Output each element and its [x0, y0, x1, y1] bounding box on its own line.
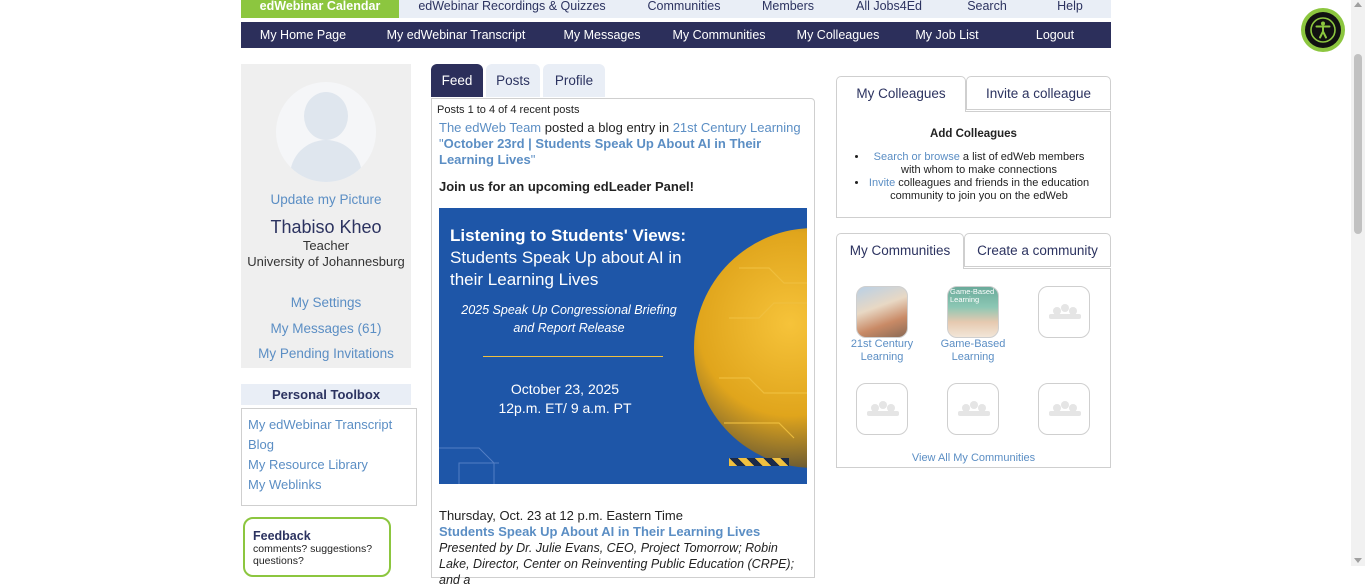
banner-line-1: Listening to Students' Views:	[450, 226, 687, 245]
community-21st-century[interactable]: 21st Century Learning	[842, 286, 922, 364]
update-picture-link[interactable]: Update my Picture	[270, 192, 381, 207]
community-placeholder-icon	[1038, 286, 1090, 338]
profile-card: Update my Picture Thabiso Kheo Teacher U…	[241, 64, 411, 368]
subnav-my-edwebinar-transcript[interactable]: My edWebinar Transcript	[365, 22, 547, 48]
tab-my-colleagues[interactable]: My Colleagues	[836, 76, 966, 112]
colleague-actions-list: Search or browse a list of edWeb members…	[850, 151, 1090, 203]
community-game-based-icon: Game-Based Learning	[947, 286, 999, 338]
community-placeholder	[1024, 383, 1104, 435]
banner-line-3: 2025 Speak Up Congressional Briefing and…	[461, 303, 677, 335]
banner-stripe	[729, 458, 789, 466]
event-banner-image[interactable]: Listening to Students' Views: Students S…	[439, 208, 807, 484]
banner-date: October 23, 2025 12p.m. ET/ 9 a.m. PT	[483, 380, 647, 418]
community-21st-century-link[interactable]: 21st Century Learning	[851, 338, 913, 363]
post-count: Posts 1 to 4 of 4 recent posts	[437, 104, 580, 116]
invite-link[interactable]: Invite	[869, 177, 895, 189]
scroll-up-arrow-icon[interactable]	[1354, 2, 1362, 7]
accessibility-icon	[1310, 17, 1336, 43]
subnav-my-colleagues[interactable]: My Colleagues	[781, 22, 895, 48]
nav-members[interactable]: Members	[743, 0, 833, 18]
top-navigation: edWebinar Calendar edWebinar Recordings …	[241, 0, 1111, 18]
subnav-my-messages[interactable]: My Messages	[547, 22, 657, 48]
profile-name: Thabiso Kheo	[270, 217, 382, 237]
my-settings-link[interactable]: My Settings	[291, 295, 362, 310]
toolbox-weblinks-link[interactable]: My Weblinks	[248, 477, 321, 492]
communities-tabs: My Communities Create a community	[836, 233, 1111, 269]
nav-recordings-quizzes[interactable]: edWebinar Recordings & Quizzes	[399, 0, 625, 18]
sub-navigation: My Home Page My edWebinar Transcript My …	[241, 22, 1111, 48]
nav-help[interactable]: Help	[1029, 0, 1111, 18]
invite-text: colleagues and friends in the education …	[890, 177, 1090, 202]
subnav-my-home-page[interactable]: My Home Page	[241, 22, 365, 48]
profile-role: Teacher	[302, 238, 350, 253]
banner-line-5: 12p.m. ET/ 9 a.m. PT	[498, 400, 632, 416]
feedback-text-2: questions?	[253, 555, 304, 567]
accessibility-button[interactable]	[1301, 8, 1345, 52]
community-placeholder-icon	[947, 383, 999, 435]
feedback-text-1: comments? suggestions?	[253, 543, 373, 555]
nav-edwebinar-calendar[interactable]: edWebinar Calendar	[241, 0, 399, 18]
avatar[interactable]	[276, 82, 376, 182]
community-placeholder-icon	[856, 383, 908, 435]
toolbox-transcript-link[interactable]: My edWebinar Transcript	[248, 417, 392, 432]
author-link[interactable]: The edWeb Team	[439, 120, 541, 135]
banner-divider	[483, 356, 663, 357]
banner-line-2: Students Speak Up about AI in their Lear…	[450, 248, 682, 289]
scroll-down-arrow-icon[interactable]	[1354, 558, 1362, 563]
feed-tabs: Feed Posts Profile	[431, 64, 608, 97]
personal-toolbox-heading: Personal Toolbox	[241, 384, 411, 405]
toolbox-blog-link[interactable]: Blog	[248, 437, 274, 452]
community-placeholder	[933, 383, 1013, 435]
community-link[interactable]: 21st Century Learning	[673, 120, 801, 135]
join-text: Join us for an upcoming edLeader Panel!	[439, 179, 694, 194]
tab-feed[interactable]: Feed	[431, 64, 483, 97]
profile-organization: University of Johannesburg	[247, 254, 405, 269]
community-21st-century-icon	[856, 286, 908, 338]
view-all-communities-link[interactable]: View All My Communities	[912, 452, 1035, 464]
add-colleagues-heading: Add Colleagues	[930, 128, 1017, 140]
tab-profile[interactable]: Profile	[543, 64, 605, 97]
community-game-based[interactable]: Game-Based Learning Game-Based Learning	[933, 286, 1013, 364]
nav-communities[interactable]: Communities	[625, 0, 743, 18]
scrollbar-thumb[interactable]	[1354, 54, 1362, 234]
event-presenters: Presented by Dr. Julie Evans, CEO, Proje…	[439, 541, 795, 587]
feedback-title: Feedback	[253, 529, 311, 543]
my-pending-invitations-link[interactable]: My Pending Invitations	[258, 346, 394, 361]
feed-entry: The edWeb Team posted a blog entry in 21…	[439, 120, 801, 167]
nav-search[interactable]: Search	[945, 0, 1029, 18]
my-messages-link[interactable]: My Messages (61)	[270, 321, 381, 336]
tab-create-community[interactable]: Create a community	[964, 233, 1111, 267]
tab-posts[interactable]: Posts	[486, 64, 540, 97]
event-title-link[interactable]: Students Speak Up About AI in Their Lear…	[439, 524, 760, 539]
subnav-my-communities[interactable]: My Communities	[657, 22, 781, 48]
subnav-my-job-list[interactable]: My Job List	[895, 22, 999, 48]
community-game-based-icon-text: Game-Based Learning	[950, 287, 995, 304]
colleagues-tabs: My Colleagues Invite a colleague	[836, 76, 1111, 112]
toolbox-resource-library-link[interactable]: My Resource Library	[248, 457, 368, 472]
post-title-link[interactable]: October 23rd | Students Speak Up About A…	[439, 136, 761, 167]
community-placeholder	[842, 383, 922, 435]
banner-line-4: October 23, 2025	[510, 381, 620, 397]
community-placeholder	[1024, 286, 1104, 338]
entry-action: posted a blog entry in	[544, 120, 670, 135]
search-browse-link[interactable]: Search or browse	[874, 151, 960, 163]
feedback-box[interactable]: Feedback comments? suggestions? question…	[243, 517, 391, 577]
tab-my-communities[interactable]: My Communities	[836, 233, 964, 269]
nav-all-jobs4ed[interactable]: All Jobs4Ed	[833, 0, 945, 18]
subnav-logout[interactable]: Logout	[999, 22, 1111, 48]
community-game-based-link[interactable]: Game-Based Learning	[941, 338, 1006, 363]
personal-toolbox: My edWebinar Transcript Blog My Resource…	[241, 408, 417, 506]
page-scrollbar[interactable]	[1351, 0, 1365, 566]
event-date: Thursday, Oct. 23 at 12 p.m. Eastern Tim…	[439, 508, 683, 523]
tab-invite-colleague[interactable]: Invite a colleague	[966, 76, 1111, 110]
community-placeholder-icon	[1038, 383, 1090, 435]
